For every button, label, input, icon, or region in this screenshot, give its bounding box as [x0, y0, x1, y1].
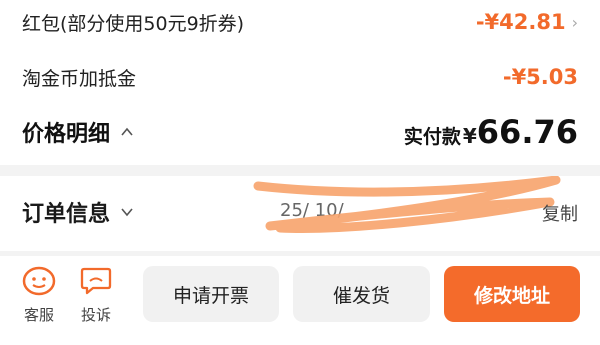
- chevron-right-icon: ›: [571, 12, 578, 32]
- customer-service-icon: [22, 266, 56, 296]
- price-detail-row: 价格明细 实付款 ¥ 66.76: [22, 112, 578, 152]
- taobao-coin-row: 淘金币加抵金 -¥5.03: [22, 57, 578, 97]
- paid-label: 实付款: [403, 126, 461, 148]
- paid-amount: 实付款 ¥ 66.76: [404, 113, 578, 151]
- complain-button[interactable]: 投诉: [74, 266, 118, 325]
- red-packet-amount-value: -¥42.81: [475, 10, 566, 34]
- paid-currency: ¥: [462, 124, 477, 148]
- order-info-title: 订单信息: [22, 202, 111, 227]
- price-card: 红包(部分使用50元9折券) -¥42.81 › 淘金币加抵金 -¥5.03 价…: [0, 0, 600, 165]
- request-invoice-button[interactable]: 申请开票: [143, 266, 279, 322]
- complain-label: 投诉: [80, 306, 111, 324]
- modify-address-button[interactable]: 修改地址: [444, 266, 580, 322]
- paid-value: 66.76: [476, 113, 578, 151]
- customer-service-button[interactable]: 客服: [17, 266, 61, 325]
- red-packet-label: 红包(部分使用50元9折券): [22, 12, 245, 35]
- red-packet-row[interactable]: 红包(部分使用50元9折券) -¥42.81 ›: [22, 2, 578, 42]
- chevron-down-icon: [121, 208, 133, 217]
- price-detail-title: 价格明细: [22, 122, 111, 147]
- taobao-coin-label: 淘金币加抵金: [22, 67, 137, 90]
- customer-service-label: 客服: [23, 306, 54, 324]
- order-info-card: 订单信息 25/ 10/ 复制: [0, 176, 600, 251]
- taobao-coin-amount: -¥5.03: [502, 65, 578, 89]
- chevron-up-icon: [121, 127, 133, 136]
- order-info-toggle[interactable]: 订单信息: [22, 196, 134, 228]
- copy-button[interactable]: 复制: [542, 200, 578, 226]
- urge-shipping-button[interactable]: 催发货: [293, 266, 430, 322]
- red-packet-amount: -¥42.81 ›: [476, 10, 578, 34]
- price-detail-toggle[interactable]: 价格明细: [22, 116, 134, 148]
- complain-icon: [80, 267, 112, 295]
- bottom-action-bar: 客服 投诉 申请开票 催发货 修改地址: [0, 256, 600, 345]
- redaction-scribble: [253, 176, 561, 233]
